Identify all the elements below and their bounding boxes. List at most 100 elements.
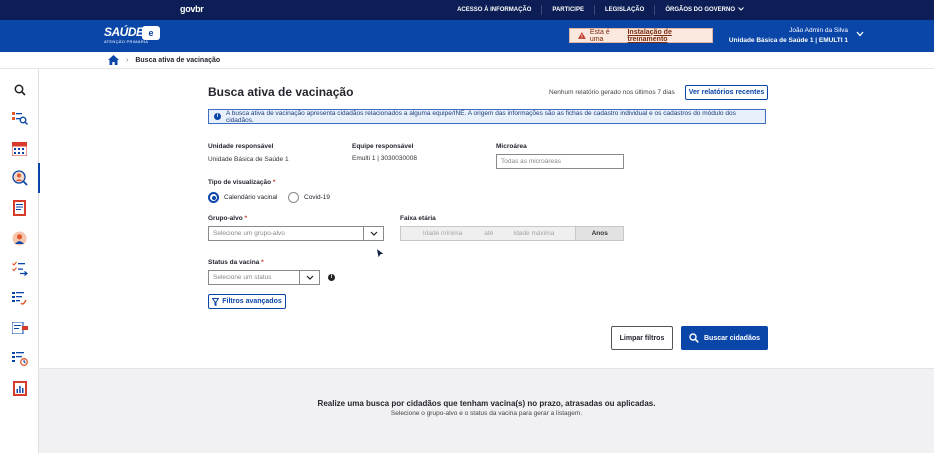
home-icon[interactable] xyxy=(108,55,119,65)
gov-link-participate[interactable]: PARTICIPE xyxy=(541,5,594,15)
target-group-label-text: Grupo-alvo xyxy=(208,215,243,222)
sidebar-item-user[interactable] xyxy=(0,225,39,251)
sidebar-item-calendar[interactable] xyxy=(0,135,39,161)
document-icon xyxy=(13,200,26,216)
user-menu[interactable]: João Admin da Silva Unidade Básica de Sa… xyxy=(729,26,848,46)
search-icon xyxy=(689,333,699,343)
radio-selected-icon xyxy=(208,192,219,203)
view-type-label-text: Tipo de visualização xyxy=(208,179,272,186)
vaccine-status-label-text: Status da vacina xyxy=(208,259,260,266)
empty-state-subtitle: Selecione o grupo-alvo e o status da vac… xyxy=(390,410,583,417)
gov-links: ACESSO À INFORMAÇÃO PARTICIPE LEGISLAÇÃO… xyxy=(447,0,754,20)
user-icon xyxy=(12,231,27,245)
gov-link-label: ÓRGÃOS DO GOVERNO xyxy=(665,7,735,13)
target-group-label: Grupo-alvo * xyxy=(208,215,247,222)
view-type-label: Tipo de visualização * xyxy=(208,179,275,186)
sidebar-item-card[interactable] xyxy=(0,315,39,341)
user-unit: Unidade Básica de Saúde 1 | EMULTI 1 xyxy=(728,37,848,44)
unit-value: Unidade Básica de Saúde 1 xyxy=(208,156,289,163)
gov-link-access-info[interactable]: ACESSO À INFORMAÇÃO xyxy=(447,5,541,15)
required-mark: * xyxy=(244,215,248,222)
sidebar-item-document[interactable] xyxy=(0,195,39,221)
radio-covid19-label: Covid-19 xyxy=(304,194,331,201)
list-search-icon xyxy=(11,112,28,125)
clear-filters-button[interactable]: Limpar filtros xyxy=(611,326,673,350)
vaccine-status-label: Status da vacina * xyxy=(208,259,264,266)
search-icon xyxy=(14,84,26,96)
logo-subtitle: ATENÇÃO PRIMÁRIA xyxy=(104,39,149,44)
search-citizens-button[interactable]: Buscar cidadãos xyxy=(681,326,768,350)
training-banner: Esta é uma Instalação de treinamento xyxy=(569,28,713,43)
age-unit: Anos xyxy=(575,227,623,240)
breadcrumb-current: Busca ativa de vacinação xyxy=(135,56,221,64)
gov-link-government-organs[interactable]: ÓRGÃOS DO GOVERNO xyxy=(654,5,754,15)
sidebar-item-checklist[interactable] xyxy=(0,255,39,281)
person-search-icon xyxy=(11,170,28,186)
info-alert: i A busca ativa de vacinação apresenta c… xyxy=(208,109,766,124)
logo-badge: e xyxy=(142,26,160,40)
page-title: Busca ativa de vacinação xyxy=(208,85,354,99)
radio-unselected-icon xyxy=(288,192,299,203)
training-link[interactable]: Instalação de treinamento xyxy=(627,29,712,43)
advanced-filters-label: Filtros avançados xyxy=(222,298,282,305)
report-chart-icon xyxy=(12,380,27,396)
chevron-right-icon: › xyxy=(126,56,129,64)
checklist-icon xyxy=(11,261,28,276)
microarea-input[interactable]: Todas as microáreas xyxy=(496,154,624,169)
unit-label: Unidade responsável xyxy=(208,143,274,150)
age-range-input: Idade mínima até Idade máxima Anos xyxy=(400,226,624,241)
age-separator: até xyxy=(484,230,494,237)
govbr-logo[interactable]: govbr xyxy=(180,4,204,14)
app-logo[interactable]: SAÚDE ATENÇÃO PRIMÁRIA e xyxy=(104,25,160,44)
required-mark: * xyxy=(261,259,264,266)
chevron-down-icon xyxy=(363,227,383,240)
sidebar xyxy=(0,69,40,453)
advanced-filters-button[interactable]: Filtros avançados xyxy=(208,294,286,309)
target-group-placeholder: Selecione um grupo-alvo xyxy=(213,230,285,237)
radio-vaccine-calendar[interactable]: Calendário vacinal xyxy=(208,192,277,203)
user-name: João Admin da Silva xyxy=(789,27,848,34)
sidebar-item-reports[interactable] xyxy=(0,375,39,401)
microarea-placeholder: Todas as microáreas xyxy=(501,158,561,165)
radio-vaccine-calendar-label: Calendário vacinal xyxy=(224,194,278,201)
empty-state-title: Realize uma busca por cidadãos que tenha… xyxy=(317,399,656,408)
recent-reports-button[interactable]: Ver relatórios recentes xyxy=(685,85,768,100)
sidebar-item-list-search[interactable] xyxy=(0,105,39,131)
app-header: SAÚDE ATENÇÃO PRIMÁRIA e Esta é uma Inst… xyxy=(0,20,934,52)
age-max-input[interactable]: Idade máxima xyxy=(492,230,575,237)
required-mark: * xyxy=(272,179,276,186)
schedule-list-icon xyxy=(11,351,28,366)
mouse-cursor-icon xyxy=(376,248,385,259)
chevron-down-icon[interactable] xyxy=(856,31,864,37)
sidebar-item-active-search[interactable] xyxy=(0,163,40,193)
chevron-down-icon xyxy=(299,271,319,284)
age-range-label: Faixa etária xyxy=(400,215,436,222)
age-min-input[interactable]: Idade mínima xyxy=(401,230,484,237)
calendar-icon xyxy=(12,141,27,156)
report-status-text: Nenhum relatório gerado nos últimos 7 di… xyxy=(549,89,675,96)
info-text: A busca ativa de vacinação apresenta cid… xyxy=(226,109,736,124)
sidebar-item-schedule-list[interactable] xyxy=(0,345,39,371)
team-label: Equipe responsável xyxy=(352,143,414,150)
empty-state: Realize uma busca por cidadãos que tenha… xyxy=(39,368,934,453)
team-value: Emulti 1 | 3030030008 xyxy=(352,155,417,162)
warning-icon xyxy=(578,32,586,39)
chevron-down-icon xyxy=(738,7,744,11)
breadcrumb: › Busca ativa de vacinação xyxy=(0,52,934,69)
microarea-label: Microárea xyxy=(496,143,527,150)
vaccine-status-select[interactable]: Selecione um status xyxy=(208,270,320,285)
training-text: Esta é uma xyxy=(589,28,610,43)
radio-covid19[interactable]: Covid-19 xyxy=(288,192,330,203)
gov-bar: govbr ACESSO À INFORMAÇÃO PARTICIPE LEGI… xyxy=(0,0,934,20)
sidebar-item-tasks[interactable] xyxy=(0,285,39,311)
sidebar-item-search[interactable] xyxy=(0,77,39,103)
filter-icon xyxy=(212,297,220,306)
info-icon[interactable]: i xyxy=(328,274,335,281)
card-icon xyxy=(11,322,28,334)
gov-link-legislation[interactable]: LEGISLAÇÃO xyxy=(593,5,654,15)
target-group-select[interactable]: Selecione um grupo-alvo xyxy=(208,226,384,241)
vaccine-status-placeholder: Selecione um status xyxy=(213,274,272,281)
tasks-icon xyxy=(12,291,27,305)
search-citizens-label: Buscar cidadãos xyxy=(703,334,761,342)
info-icon: i xyxy=(214,113,221,120)
